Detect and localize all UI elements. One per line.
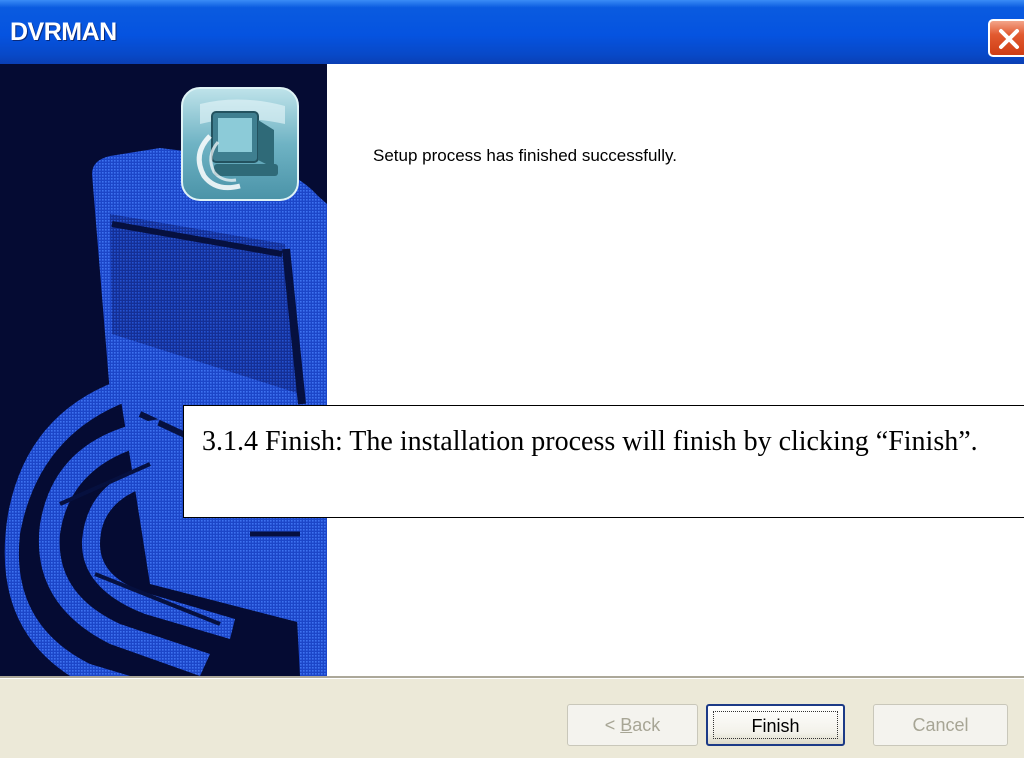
button-bar [0, 679, 1024, 758]
completion-message: Setup process has finished successfully. [373, 146, 677, 165]
back-button[interactable]: < Back [567, 704, 698, 746]
finish-button[interactable]: Finish [706, 704, 845, 746]
finish-button-label: Finish [713, 711, 838, 739]
back-button-mnemonic: B [620, 715, 633, 735]
caption-box: 3.1.4 Finish: The installation process w… [183, 405, 1024, 518]
title-bar[interactable]: DVRMAN [0, 0, 1024, 64]
close-icon [999, 29, 1019, 49]
installer-banner-artwork [4, 87, 327, 676]
back-button-prefix: < [604, 715, 621, 735]
cancel-button[interactable]: Cancel [873, 704, 1008, 746]
computer-logo-icon [181, 87, 299, 201]
caption-text: 3.1.4 Finish: The installation process w… [202, 426, 978, 457]
installer-banner [0, 64, 327, 676]
installer-window: DVRMAN Setup process has finished succes… [0, 0, 1024, 758]
back-button-rest: ack [632, 715, 661, 735]
close-button[interactable] [988, 19, 1024, 57]
window-title: DVRMAN [10, 18, 117, 46]
